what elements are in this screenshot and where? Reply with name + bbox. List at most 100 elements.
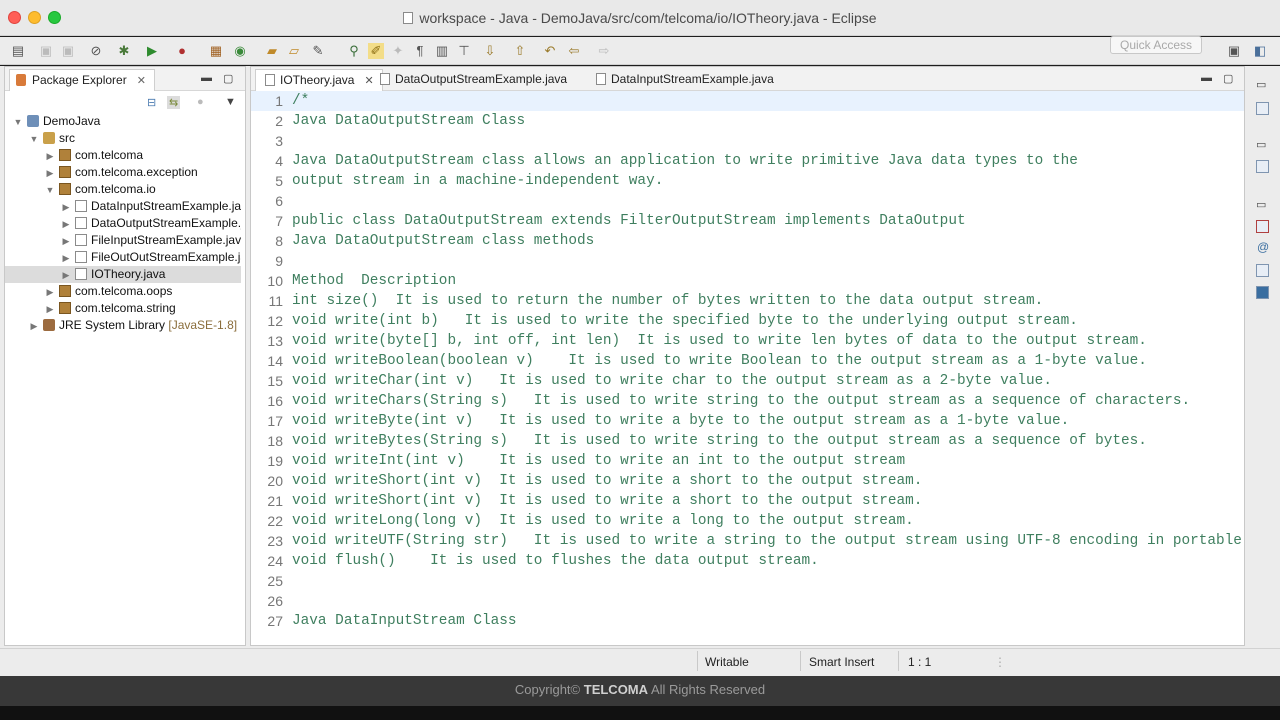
code-line[interactable]: 15 void writeChar(int v) It is used to wr… [251, 371, 1244, 391]
code-line[interactable]: 14 void writeBoolean(boolean v) It is use… [251, 351, 1244, 371]
tree-item-com-telcoma-io[interactable]: ▼ com.telcoma.io [5, 181, 241, 198]
focus-icon[interactable]: ● [197, 96, 204, 108]
java-perspective-icon[interactable]: ◧ [1252, 43, 1268, 59]
expand-toggle-icon[interactable]: ▶ [45, 301, 55, 317]
task-list-icon[interactable] [1256, 102, 1269, 115]
run-icon[interactable]: ▶ [144, 43, 160, 59]
minimize-view-icon[interactable]: ▬ [201, 72, 212, 84]
toggle-mark-occurrences-icon[interactable]: ✐ [368, 43, 384, 59]
tab-dataoutputstreamexample[interactable]: DataOutputStreamExample.java [371, 69, 575, 91]
code-line[interactable]: 6 [251, 191, 1244, 211]
open-perspective-icon[interactable]: ▣ [1226, 43, 1242, 59]
expand-toggle-icon[interactable]: ▶ [61, 250, 71, 266]
back-icon[interactable]: ⇦ [566, 43, 582, 59]
new-java-project-icon[interactable]: ▦ [208, 43, 224, 59]
minimize-editor-icon[interactable]: ▬ [1201, 72, 1212, 84]
code-line[interactable]: 4 Java DataOutputStream class allows an a… [251, 151, 1244, 171]
previous-annotation-icon[interactable]: ⇧ [512, 43, 528, 59]
tab-iotheory[interactable]: IOTheory.java ✕ [255, 69, 383, 91]
save-all-icon[interactable]: ▣ [60, 43, 76, 59]
console-icon[interactable] [1256, 286, 1269, 299]
javadoc-icon[interactable]: @ [1257, 240, 1269, 254]
expand-toggle-icon[interactable]: ▶ [45, 165, 55, 181]
tree-item-dataoutputstreamexample[interactable]: ▶ DataOutputStreamExample.ja [5, 215, 241, 232]
tree-item-demojava[interactable]: ▼ DemoJava [5, 113, 241, 130]
code-line[interactable]: 9 [251, 251, 1244, 271]
tree-item-src[interactable]: ▼ src [5, 130, 241, 147]
code-line[interactable]: 17 void writeByte(int v) It is used to wr… [251, 411, 1244, 431]
coverage-icon[interactable]: ● [174, 43, 190, 59]
expand-toggle-icon[interactable]: ▶ [61, 267, 71, 283]
show-whitespace-icon[interactable]: ¶ [412, 43, 428, 59]
expand-toggle-icon[interactable]: ▶ [45, 284, 55, 300]
tree-item-com-telcoma-string[interactable]: ▶ com.telcoma.string [5, 300, 241, 317]
code-line[interactable]: 24 void flush() It is used to flushes the… [251, 551, 1244, 571]
code-line[interactable]: 5 output stream in a machine-independent … [251, 171, 1244, 191]
tree-item-fileoutoutstreamexample[interactable]: ▶ FileOutOutStreamExample.ja [5, 249, 241, 266]
open-type-icon[interactable]: ▱ [286, 43, 302, 59]
highlight-icon[interactable]: ✦ [390, 43, 406, 59]
block-selection-icon[interactable]: ▥ [434, 43, 450, 59]
new-class-icon[interactable]: ▰ [264, 43, 280, 59]
code-line[interactable]: 26 [251, 591, 1244, 611]
expand-toggle-icon[interactable]: ▼ [29, 131, 39, 147]
last-edit-icon[interactable]: ↶ [542, 43, 558, 59]
view-menu-icon[interactable]: ▼ [225, 96, 236, 108]
tree-item-com-telcoma[interactable]: ▶ com.telcoma [5, 147, 241, 164]
maximize-view-icon[interactable]: ▢ [223, 72, 233, 85]
collapse-all-icon[interactable]: ⊟ [147, 96, 156, 109]
expand-toggle-icon[interactable]: ▶ [29, 318, 39, 334]
open-task-icon[interactable]: ✎ [310, 43, 326, 59]
code-line[interactable]: 27 Java DataInputStream Class [251, 611, 1244, 631]
restore-icon[interactable]: ▭ [1256, 138, 1266, 151]
code-line[interactable]: 20 void writeShort(int v) It is used to w… [251, 471, 1244, 491]
save-icon[interactable]: ▣ [38, 43, 54, 59]
code-line[interactable]: 10 Method Description [251, 271, 1244, 291]
expand-toggle-icon[interactable]: ▶ [45, 148, 55, 164]
search-icon[interactable]: ⚲ [346, 43, 362, 59]
word-wrap-icon[interactable]: ⊤ [456, 43, 472, 59]
code-line[interactable]: 18 void writeBytes(String s) It is used t… [251, 431, 1244, 451]
outline-icon[interactable] [1256, 160, 1269, 173]
tree-item-fileinputstreamexample[interactable]: ▶ FileInputStreamExample.java [5, 232, 241, 249]
code-line[interactable]: 16 void writeChars(String s) It is used t… [251, 391, 1244, 411]
code-line[interactable]: 13 void write(byte[] b, int off, int len)… [251, 331, 1244, 351]
debug-icon[interactable]: ✱ [116, 43, 132, 59]
code-line[interactable]: 21 void writeShort(int v) It is used to w… [251, 491, 1244, 511]
quick-access-input[interactable]: Quick Access [1110, 36, 1202, 54]
code-line[interactable]: 7 public class DataOutputStream extends F… [251, 211, 1244, 231]
restore-icon[interactable]: ▭ [1256, 78, 1266, 91]
expand-toggle-icon[interactable]: ▶ [61, 216, 71, 232]
next-annotation-icon[interactable]: ⇩ [482, 43, 498, 59]
code-line[interactable]: 22 void writeLong(long v) It is used to w… [251, 511, 1244, 531]
expand-toggle-icon[interactable]: ▼ [45, 182, 55, 198]
new-package-icon[interactable]: ◉ [232, 43, 248, 59]
package-explorer-tab[interactable]: Package Explorer ✕ [9, 69, 155, 91]
tree-item-com-telcoma-exception[interactable]: ▶ com.telcoma.exception [5, 164, 241, 181]
problems-icon[interactable] [1256, 220, 1269, 233]
code-line[interactable]: 3 [251, 131, 1244, 151]
code-line[interactable]: 1 /* [251, 91, 1244, 111]
link-with-editor-icon[interactable]: ⇆ [167, 96, 181, 109]
new-icon[interactable]: ▤ [10, 43, 26, 59]
expand-toggle-icon[interactable]: ▶ [61, 233, 71, 249]
declaration-icon[interactable] [1256, 264, 1269, 277]
code-line[interactable]: 23 void writeUTF(String str) It is used t… [251, 531, 1244, 551]
code-editor[interactable]: 1 /* 2 Java DataOutputStream Class 3 4 Java… [251, 91, 1244, 645]
tree-item-datainputstreamexample[interactable]: ▶ DataInputStreamExample.jav [5, 198, 241, 215]
forward-icon[interactable]: ⇨ [596, 43, 612, 59]
restore-icon[interactable]: ▭ [1256, 198, 1266, 211]
code-line[interactable]: 2 Java DataOutputStream Class [251, 111, 1244, 131]
code-line[interactable]: 25 [251, 571, 1244, 591]
tab-datainputstreamexample[interactable]: DataInputStreamExample.java [587, 69, 782, 91]
expand-toggle-icon[interactable]: ▼ [13, 114, 23, 130]
tree-item-jre-system-library[interactable]: ▶ JRE System Library [JavaSE-1.8] [5, 317, 241, 334]
code-line[interactable]: 11 int size() It is used to return the nu… [251, 291, 1244, 311]
tree-item-com-telcoma-oops[interactable]: ▶ com.telcoma.oops [5, 283, 241, 300]
tree-item-iotheory[interactable]: ▶ IOTheory.java [5, 266, 241, 283]
maximize-editor-icon[interactable]: ▢ [1223, 72, 1233, 85]
close-view-icon[interactable]: ✕ [137, 75, 146, 87]
code-line[interactable]: 12 void write(int b) It is used to write … [251, 311, 1244, 331]
code-line[interactable]: 8 Java DataOutputStream class methods [251, 231, 1244, 251]
code-line[interactable]: 19 void writeInt(int v) It is used to wri… [251, 451, 1244, 471]
